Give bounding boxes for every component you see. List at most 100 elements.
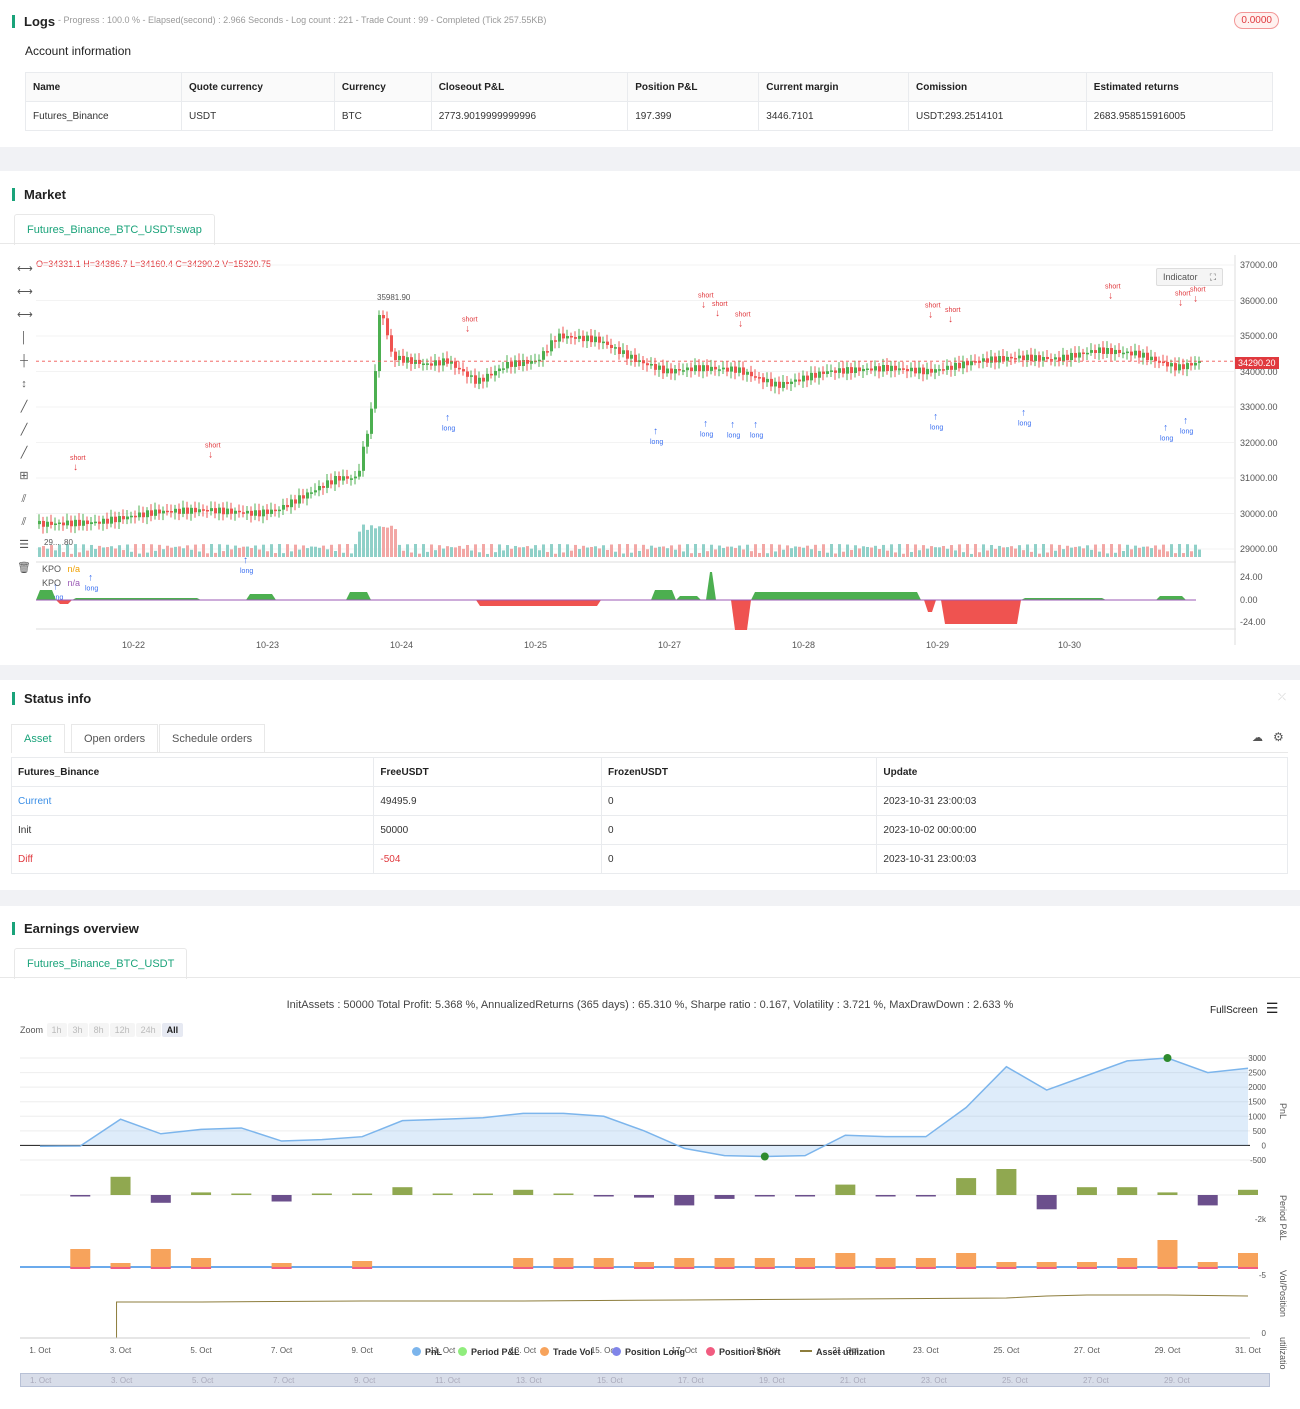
volume-bar xyxy=(158,544,161,557)
candle xyxy=(702,365,705,372)
earnings-title: Earnings overview xyxy=(12,922,139,935)
drawing-tool-icon[interactable]: ⟷ xyxy=(17,308,33,322)
volume-bar xyxy=(482,544,485,557)
drawing-tool-icon[interactable]: ⫽ xyxy=(17,515,31,529)
candle xyxy=(570,335,573,338)
drawing-tool-icon[interactable]: ╱ xyxy=(17,446,31,460)
candle xyxy=(642,360,645,364)
candle xyxy=(462,369,465,372)
earnings-symbol-tab[interactable]: Futures_Binance_BTC_USDT xyxy=(14,948,188,979)
zoom-1h-button[interactable]: 1h xyxy=(46,1023,67,1037)
volume-bar xyxy=(670,545,673,557)
volume-bar xyxy=(498,544,501,557)
candle xyxy=(794,379,797,382)
nav-tick: 13. Oct xyxy=(516,1376,542,1385)
tab-schedule-orders[interactable]: Schedule orders xyxy=(159,724,266,753)
position-short-bar xyxy=(795,1267,816,1269)
candle xyxy=(578,335,581,339)
position-short-bar xyxy=(1076,1267,1097,1269)
drawing-tool-icon[interactable]: ╱ xyxy=(17,400,31,414)
volume-bar xyxy=(1106,553,1109,557)
candle xyxy=(1022,355,1025,361)
fullscreen-button[interactable]: FullScreen ☰ xyxy=(1210,1000,1278,1017)
volume-bar xyxy=(510,548,513,557)
zoom-24h-button[interactable]: 24h xyxy=(135,1023,161,1037)
gear-icon[interactable]: ⚙ xyxy=(1273,730,1284,744)
candle xyxy=(498,368,501,371)
legend-item[interactable]: Position Short xyxy=(706,1347,781,1357)
volume-bar xyxy=(366,529,369,557)
drawing-tool-icon[interactable]: ⟷ xyxy=(17,285,33,299)
volume-bar xyxy=(150,544,153,557)
candle xyxy=(950,365,953,370)
zoom-12h-button[interactable]: 12h xyxy=(109,1023,135,1037)
volume-bar xyxy=(898,544,901,557)
asset-cell: 2023-10-31 23:00:03 xyxy=(876,844,1288,874)
position-short-bar xyxy=(1036,1267,1057,1269)
candle xyxy=(38,520,41,525)
kpo-area xyxy=(1156,596,1186,600)
candlestick-chart[interactable]: short↓short↓short↓short↓ short↓ short↓shor… xyxy=(36,255,1236,655)
drawing-tool-icon[interactable]: ⫽ xyxy=(17,492,31,506)
tab-asset[interactable]: Asset xyxy=(11,724,65,753)
short-signal-label: short xyxy=(205,442,221,449)
candle xyxy=(62,522,65,526)
legend-item[interactable]: Asset utilization xyxy=(800,1347,885,1357)
legend-dot-icon xyxy=(612,1347,621,1356)
volume-bar xyxy=(1042,544,1045,557)
tab-open-orders[interactable]: Open orders xyxy=(71,724,159,753)
position-short-bar xyxy=(1157,1267,1178,1269)
kpo-area xyxy=(751,592,921,600)
drawing-tool-icon[interactable]: │ xyxy=(17,331,31,345)
drawing-tool-icon[interactable]: ⊞ xyxy=(17,469,31,483)
earnings-chart[interactable]: 3000 2500 2000 1500 1000 500 0 -500 PnL Period P&… xyxy=(0,1040,1300,1370)
drawing-tool-icon[interactable]: ⟷ xyxy=(17,262,33,276)
candle xyxy=(214,508,217,514)
candle xyxy=(1178,364,1181,371)
candle xyxy=(510,361,513,367)
candle xyxy=(126,516,129,520)
drawing-tool-icon[interactable]: ☰ xyxy=(17,538,31,552)
legend-item[interactable]: Trade Vol xyxy=(540,1347,593,1357)
drawing-tool-icon[interactable]: ╱ xyxy=(17,423,31,437)
volume-bar xyxy=(1018,545,1021,557)
trade-vol-bar xyxy=(634,1262,654,1267)
legend-item[interactable]: Position Long xyxy=(612,1347,685,1357)
menu-icon: ☰ xyxy=(1265,1000,1279,1016)
zoom-All-button[interactable]: All xyxy=(161,1023,184,1037)
drawing-tool-icon[interactable]: 🗑 xyxy=(17,561,31,575)
profit-badge: 0.0000 xyxy=(1234,12,1279,29)
volume-bar xyxy=(614,551,617,557)
candle xyxy=(1062,354,1065,362)
axis-title: Vol/Position xyxy=(1278,1270,1288,1317)
cloud-icon[interactable]: ☁ xyxy=(1252,731,1263,744)
drawing-tool-icon[interactable]: ┼ xyxy=(17,354,31,368)
candle xyxy=(186,507,189,514)
legend-item[interactable]: PnL xyxy=(412,1347,442,1357)
zoom-8h-button[interactable]: 8h xyxy=(88,1023,109,1037)
candle xyxy=(758,377,761,379)
max-marker xyxy=(1163,1054,1172,1062)
volume-bar xyxy=(302,545,305,557)
zoom-3h-button[interactable]: 3h xyxy=(67,1023,88,1037)
volume-bar xyxy=(690,553,693,557)
candle xyxy=(210,508,213,512)
candle xyxy=(842,368,845,374)
market-symbol-tab[interactable]: Futures_Binance_BTC_USDT:swap xyxy=(14,214,215,245)
kpo-value-2: n/a xyxy=(67,578,81,588)
period-pnl-bar xyxy=(1197,1195,1218,1206)
candle xyxy=(266,509,269,514)
candle xyxy=(866,368,869,371)
volume-bar xyxy=(126,544,129,557)
candle xyxy=(358,470,361,477)
candle xyxy=(1150,356,1153,361)
volume-bar xyxy=(526,546,529,557)
fullscreen-label: FullScreen xyxy=(1210,1005,1258,1016)
legend-item[interactable]: Period P&L xyxy=(458,1347,520,1357)
collapse-icon[interactable]: ⤫ xyxy=(1278,692,1286,703)
date-tick: 10-29 xyxy=(926,640,950,650)
long-signal-label: long xyxy=(1160,435,1173,442)
drawing-tool-icon[interactable]: ↕ xyxy=(17,377,31,391)
candle xyxy=(442,358,445,366)
asset-header: FrozenUSDT xyxy=(600,757,878,787)
